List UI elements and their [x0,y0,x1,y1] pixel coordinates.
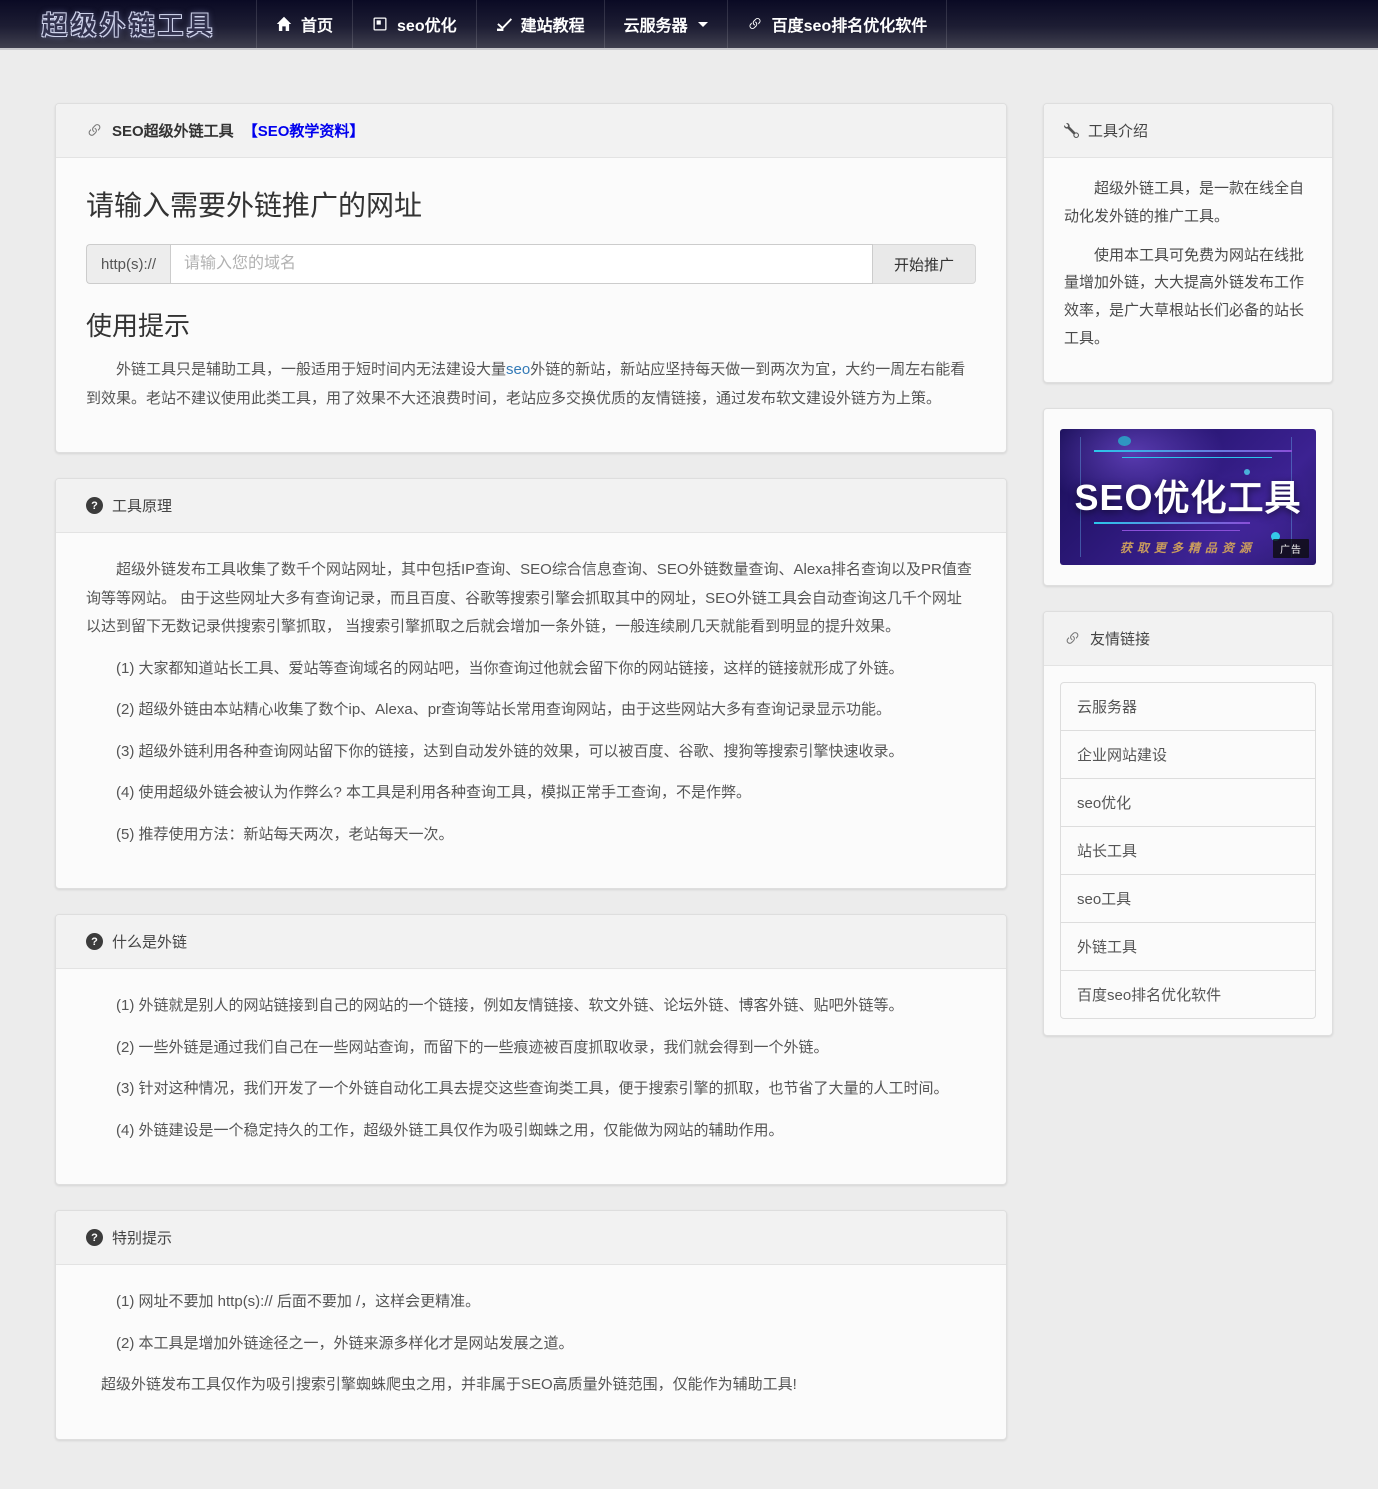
nav-item-baidu-seo[interactable]: 百度seo排名优化软件 [726,0,948,48]
intro-paragraph: 使用本工具可免费为网站在线批量增加外链，大大提高外链发布工作效率，是广大草根站长… [1064,246,1305,347]
special-tips-card-title: 特别提示 [112,1230,173,1247]
friend-link-item[interactable]: 外链工具 [1060,921,1316,971]
link-icon [747,16,763,32]
seo-material-link[interactable]: 【SEO教学资料】 [243,120,365,141]
nav-item-tutorial[interactable]: 建站教程 [475,0,604,48]
site-brand[interactable]: 超级外链工具 [42,6,216,42]
domain-input[interactable] [170,244,873,284]
nav-item-label: 百度seo排名优化软件 [771,18,928,35]
ad-label-badge: 广告 [1273,538,1309,558]
whatis-item: (1) 外链就是别人的网站链接到自己的网站的一个链接，例如友情链接、软文外链、论… [116,997,904,1014]
sidebar: 工具介绍 超级外链工具，是一款在线全自动化发外链的推广工具。 使用本工具可免费为… [1043,103,1333,1061]
tool-intro-card-body: 超级外链工具，是一款在线全自动化发外链的推广工具。 使用本工具可免费为网站在线批… [1044,158,1332,382]
link-icon [1064,630,1081,647]
special-tips-card-header: ? 特别提示 [56,1211,1006,1265]
question-circle-icon: ? [86,933,103,950]
special-tips-card: ? 特别提示 (1) 网址不要加 http(s):// 后面不要加 /，这样会更… [55,1210,1007,1440]
whatis-card-title: 什么是外链 [112,934,188,951]
friend-links-card-title: 友情链接 [1090,630,1151,648]
principle-item: (2) 超级外链由本站精心收集了数个ip、Alexa、pr查询等站长常用查询网站… [116,701,892,718]
tool-card-body: 请输入需要外链推广的网址 http(s):// 开始推广 使用提示 外链工具只是… [56,158,1006,452]
banner-decor-dot [1118,435,1131,446]
page-content: SEO超级外链工具 【SEO教学资料】 请输入需要外链推广的网址 http(s)… [0,50,1378,1489]
wrench-icon [1064,123,1079,138]
usage-tips-heading: 使用提示 [86,311,191,341]
nav-item-cloud-dropdown[interactable]: 云服务器 [603,0,727,48]
nav-item-label: seo优化 [397,18,457,35]
tool-intro-card: 工具介绍 超级外链工具，是一款在线全自动化发外链的推广工具。 使用本工具可免费为… [1043,103,1333,383]
friend-link-list: 云服务器 企业网站建设 seo优化 站长工具 seo工具 外链工具 百度seo排… [1060,681,1316,1019]
question-circle-icon: ? [86,1229,103,1246]
friend-link-item[interactable]: seo工具 [1060,873,1316,923]
banner-decor-line [1094,449,1292,452]
check-underline-icon [496,16,512,32]
home-icon [276,16,292,32]
tool-intro-card-header: 工具介绍 [1044,104,1332,158]
ad-banner[interactable]: SEO优化工具 获取更多精品资源 广告 [1060,428,1316,565]
friend-link-item[interactable]: 站长工具 [1060,825,1316,875]
friend-links-card-header: 友情链接 [1044,611,1332,666]
main-column: SEO超级外链工具 【SEO教学资料】 请输入需要外链推广的网址 http(s)… [55,103,1007,1465]
friend-link-item[interactable]: 企业网站建设 [1060,729,1316,779]
friend-link-item[interactable]: 云服务器 [1060,681,1316,731]
whatis-card: ? 什么是外链 (1) 外链就是别人的网站链接到自己的网站的一个链接，例如友情链… [55,914,1007,1185]
banner-decor-line [1122,529,1240,531]
whatis-item: (3) 针对这种情况，我们开发了一个外链自动化工具去提交这些查询类工具，便于搜索… [116,1080,949,1097]
tips-text: 外链工具只是辅助工具，一般适用于短时间内无法建设大量 [116,361,507,378]
caret-down-icon [697,21,708,27]
whatis-card-body: (1) 外链就是别人的网站链接到自己的网站的一个链接，例如友情链接、软文外链、论… [56,969,1006,1184]
principle-item: (5) 推荐使用方法：新站每天两次，老站每天一次。 [116,825,454,843]
nav-item-label: 云服务器 [623,18,688,35]
link-icon [86,122,103,139]
whatis-card-header: ? 什么是外链 [56,915,1006,969]
banner-decor-line [1094,521,1250,524]
question-circle-icon: ? [86,497,103,514]
friend-links-body: 云服务器 企业网站建设 seo优化 站长工具 seo工具 外链工具 百度seo排… [1044,666,1332,1035]
intro-paragraph: 超级外链工具，是一款在线全自动化发外链的推广工具。 [1064,180,1305,225]
tool-card-title: SEO超级外链工具 [112,123,234,140]
principle-item: (4) 使用超级外链会被认为作弊么? 本工具是利用各种查询工具，模拟正常手工查询… [116,784,752,801]
nav-item-label: 建站教程 [520,18,585,35]
url-input-heading: 请输入需要外链推广的网址 [86,190,423,221]
nav-item-seo[interactable]: seo优化 [352,0,476,48]
friend-link-item[interactable]: seo优化 [1060,777,1316,827]
usage-tips-paragraph: 外链工具只是辅助工具，一般适用于短时间内无法建设大量seo外链的新站，新站应坚持… [86,356,976,413]
protocol-prefix: http(s):// [86,244,171,284]
principle-card-body: 超级外链发布工具收集了数千个网站网址，其中包括IP查询、SEO综合信息查询、SE… [56,533,1006,888]
banner-title: SEO优化工具 [1074,476,1302,518]
special-tips-footnote: 超级外链发布工具仅作为吸引搜索引擎蜘蛛爬虫之用，并非属于SEO高质量外链范围，仅… [101,1376,797,1393]
special-tips-card-body: (1) 网址不要加 http(s):// 后面不要加 /，这样会更精准。 (2)… [56,1265,1006,1439]
tool-card-header: SEO超级外链工具 【SEO教学资料】 [56,104,1006,158]
tool-card: SEO超级外链工具 【SEO教学资料】 请输入需要外链推广的网址 http(s)… [55,103,1007,453]
special-tips-item: (2) 本工具是增加外链途径之一，外链来源多样化才是网站发展之道。 [116,1334,574,1352]
seo-inline-link[interactable]: seo [506,361,530,378]
journal-icon [372,16,388,32]
friend-link-item[interactable]: 百度seo排名优化软件 [1060,969,1316,1019]
banner-decor-line [1122,456,1272,458]
start-promotion-button[interactable]: 开始推广 [872,244,976,284]
special-tips-item: (1) 网址不要加 http(s):// 后面不要加 /，这样会更精准。 [116,1293,481,1310]
whatis-item: (2) 一些外链是通过我们自己在一些网站查询，而留下的一些痕迹被百度抓取收录，我… [116,1038,829,1056]
nav-item-label: 首页 [301,18,334,35]
navbar: 超级外链工具 首页 seo优化 建站教程 云服务器 百度seo排名优化软件 [0,0,1378,50]
whatis-item: (4) 外链建设是一个稳定持久的工作，超级外链工具仅作为吸引蜘蛛之用，仅能做为网… [116,1121,784,1139]
nav-items: 首页 seo优化 建站教程 云服务器 百度seo排名优化软件 [256,0,948,48]
tool-intro-card-title: 工具介绍 [1088,123,1149,140]
friend-links-card: 友情链接 云服务器 企业网站建设 seo优化 站长工具 seo工具 外链工具 百… [1043,610,1333,1036]
principle-intro: 超级外链发布工具收集了数千个网站网址，其中包括IP查询、SEO综合信息查询、SE… [86,561,972,635]
principle-card-header: ? 工具原理 [56,479,1006,533]
principle-card-title: 工具原理 [112,498,173,515]
principle-item: (1) 大家都知道站长工具、爱站等查询域名的网站吧，当你查询过他就会留下你的网站… [116,659,904,677]
principle-card: ? 工具原理 超级外链发布工具收集了数千个网站网址，其中包括IP查询、SEO综合… [55,478,1007,889]
nav-item-home[interactable]: 首页 [256,0,352,48]
url-input-group: http(s):// 开始推广 [86,244,976,284]
principle-item: (3) 超级外链利用各种查询网站留下你的链接，达到自动发外链的效果，可以被百度、… [116,742,904,760]
ad-banner-card: SEO优化工具 获取更多精品资源 广告 [1043,407,1333,586]
